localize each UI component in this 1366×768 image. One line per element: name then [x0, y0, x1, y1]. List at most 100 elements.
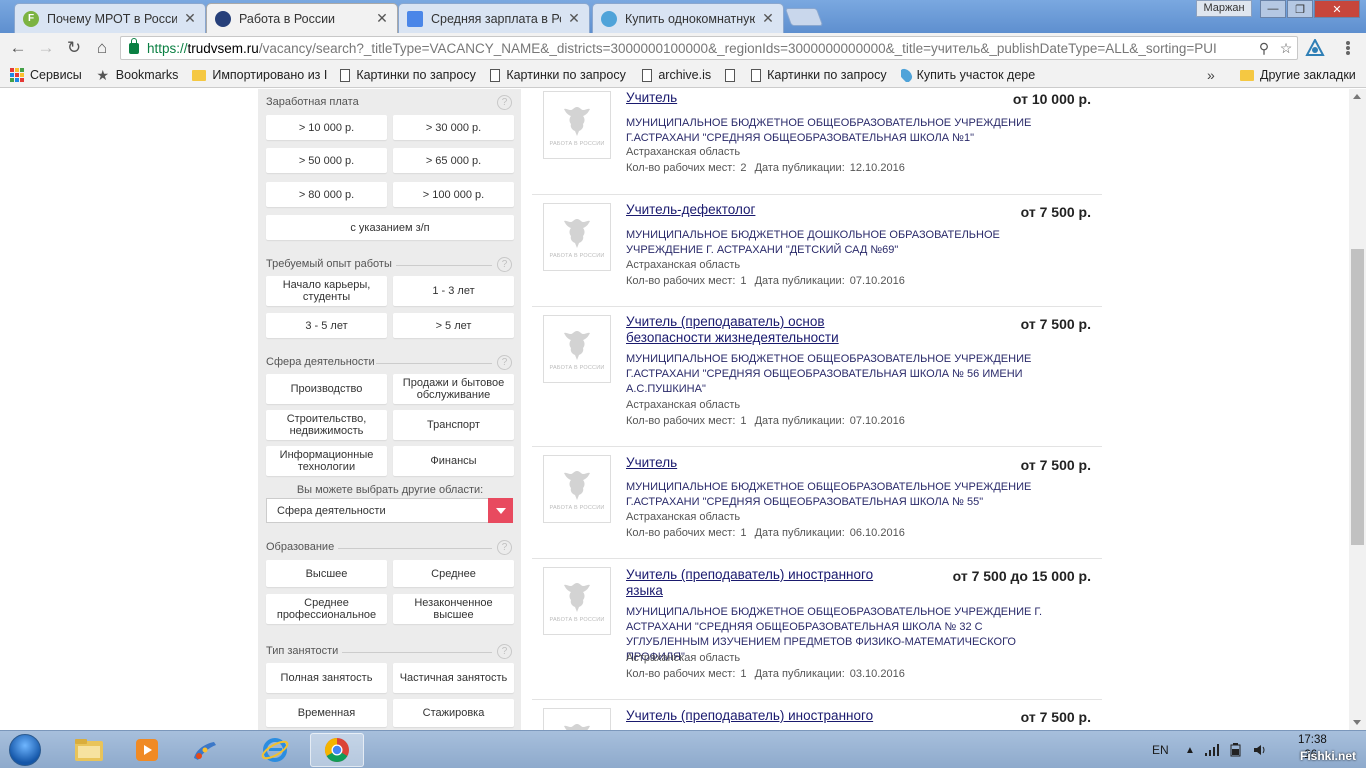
show-hidden-icons-icon[interactable]: ▲	[1185, 745, 1195, 756]
maximize-button[interactable]: ❐	[1287, 0, 1313, 18]
salary-option-10000[interactable]: > 10 000 р.	[266, 115, 387, 140]
field-option-production[interactable]: Производство	[266, 374, 387, 404]
vacancy-region: Астраханская область	[626, 146, 741, 158]
salary-option-80000[interactable]: > 80 000 р.	[266, 182, 387, 207]
vacancy-meta: Кол-во рабочих мест: 1 Дата публикации: 06…	[626, 527, 910, 539]
tab-close-icon[interactable]: ✕	[183, 10, 197, 27]
lock-icon	[129, 37, 139, 54]
education-option-incomplete-higher[interactable]: Незаконченное высшее	[393, 594, 514, 624]
taskbar-explorer[interactable]	[62, 733, 116, 767]
bookmark-archive[interactable]: archive.is	[642, 68, 711, 82]
experience-help-icon[interactable]: ?	[497, 257, 512, 272]
vacancy-title-link[interactable]: Учитель (преподаватель) иностранного	[626, 708, 896, 724]
employment-option-full[interactable]: Полная занятость	[266, 663, 387, 693]
bookmark-images-3[interactable]: Картинки по запросу	[751, 68, 887, 82]
education-option-vocational[interactable]: Среднее профессиональное	[266, 594, 387, 624]
employment-help-icon[interactable]: ?	[497, 644, 512, 659]
double-headed-eagle-icon	[564, 331, 590, 360]
tab-rabota[interactable]: Работа в России ✕	[206, 3, 398, 33]
forward-arrow-icon[interactable]: →	[32, 35, 60, 61]
field-option-sales[interactable]: Продажи и бытовое обслуживание	[393, 374, 514, 404]
date-value: 07.10.2016	[849, 415, 905, 427]
salary-filter-title: Заработная плата	[266, 96, 359, 108]
taskbar-paint[interactable]	[178, 733, 232, 767]
tab-close-icon[interactable]: ✕	[375, 10, 389, 27]
minimize-button[interactable]: —	[1260, 0, 1286, 18]
language-indicator[interactable]: EN	[1152, 731, 1169, 768]
tab-close-icon[interactable]: ✕	[761, 10, 775, 27]
bookmark-untitled[interactable]	[725, 68, 741, 82]
vacancy-title-link[interactable]: Учитель (преподаватель) иностранного язы…	[626, 567, 896, 599]
vacancy-title-link[interactable]: Учитель	[626, 455, 896, 471]
scroll-down-arrow-icon[interactable]	[1353, 720, 1361, 725]
network-signal-icon[interactable]	[1204, 744, 1221, 756]
experience-option-1-3[interactable]: 1 - 3 лет	[393, 276, 514, 306]
vacancy-title-link[interactable]: Учитель	[626, 90, 896, 106]
chrome-icon	[324, 738, 349, 763]
scroll-up-arrow-icon[interactable]	[1353, 94, 1361, 99]
star-icon: ★	[96, 68, 110, 82]
profile-button[interactable]: Маржан	[1196, 0, 1252, 17]
salary-option-65000[interactable]: > 65 000 р.	[393, 148, 514, 173]
reload-icon[interactable]: ↻	[60, 35, 88, 61]
extension-icon[interactable]	[1305, 39, 1325, 57]
education-help-icon[interactable]: ?	[497, 540, 512, 555]
employment-option-internship[interactable]: Стажировка	[393, 699, 514, 727]
education-option-higher[interactable]: Высшее	[266, 560, 387, 587]
employment-option-part[interactable]: Частичная занятость	[393, 663, 514, 693]
education-option-secondary[interactable]: Среднее	[393, 560, 514, 587]
experience-option-3-5[interactable]: 3 - 5 лет	[266, 313, 387, 338]
date-label: Дата публикации:	[754, 415, 845, 427]
salary-specified-button[interactable]: с указанием з/п	[266, 215, 514, 240]
field-option-it[interactable]: Информационные технологии	[266, 446, 387, 476]
places-label: Кол-во рабочих мест:	[626, 415, 736, 427]
taskbar-chrome[interactable]	[310, 733, 364, 767]
battery-icon[interactable]	[1229, 743, 1243, 757]
field-option-finance[interactable]: Финансы	[393, 446, 514, 476]
salary-option-100000[interactable]: > 100 000 р.	[393, 182, 514, 207]
employment-option-temporary[interactable]: Временная	[266, 699, 387, 727]
page-scrollbar[interactable]	[1349, 89, 1366, 730]
bookmark-imported-folder[interactable]: Импортировано из I	[192, 68, 332, 82]
field-help-icon[interactable]: ?	[497, 355, 512, 370]
scrollbar-thumb[interactable]	[1351, 249, 1364, 545]
tab-close-icon[interactable]: ✕	[567, 10, 581, 27]
salary-help-icon[interactable]: ?	[497, 95, 512, 110]
taskbar-internet-explorer[interactable]	[248, 733, 302, 767]
other-bookmarks-folder[interactable]: Другие закладки	[1240, 68, 1356, 82]
tab-mrot[interactable]: F Почему МРОТ в России ✕	[14, 3, 206, 33]
home-icon[interactable]: ⌂	[88, 35, 116, 61]
map-pin-favicon-icon	[601, 10, 617, 27]
menu-kebab-icon[interactable]	[1340, 40, 1356, 56]
taskbar-media-player[interactable]	[120, 733, 174, 767]
address-bar[interactable]: https:// trudvsem.ru /vacancy/search?_ti…	[120, 36, 1298, 60]
url-path: /vacancy/search?_titleType=VACANCY_NAME&…	[258, 40, 1217, 56]
field-select[interactable]: Сфера деятельности	[266, 498, 513, 523]
dropdown-arrow-icon[interactable]	[488, 498, 513, 523]
field-option-construction[interactable]: Строительство, недвижимость	[266, 410, 387, 440]
bookmark-star-icon[interactable]: ☆	[1275, 40, 1297, 57]
bookmark-apps[interactable]: Сервисы	[10, 68, 82, 82]
salary-option-30000[interactable]: > 30 000 р.	[393, 115, 514, 140]
field-option-transport[interactable]: Транспорт	[393, 410, 514, 440]
tab-buy-apartment[interactable]: Купить однокомнатную ✕	[592, 3, 784, 33]
close-window-button[interactable]: ✕	[1314, 0, 1360, 18]
bookmark-images-2[interactable]: Картинки по запросу	[490, 68, 630, 82]
bookmarks-overflow-button[interactable]: »	[1207, 67, 1215, 83]
bookmark-label: Картинки по запросу	[356, 68, 476, 82]
vacancy-title-link[interactable]: Учитель-дефектолог	[626, 202, 896, 218]
search-icon[interactable]: ⚲	[1253, 40, 1275, 57]
tab-average-salary[interactable]: Средняя зарплата в Рос ✕	[398, 3, 590, 33]
volume-icon[interactable]	[1253, 743, 1267, 757]
experience-option-students[interactable]: Начало карьеры, студенты	[266, 276, 387, 306]
vacancy-title-link[interactable]: Учитель (преподаватель) основ безопаснос…	[626, 314, 896, 346]
bookmark-label: Картинки по запросу	[767, 68, 887, 82]
back-arrow-icon[interactable]: ←	[4, 35, 32, 61]
bookmark-bookmarks[interactable]: ★ Bookmarks	[96, 68, 179, 82]
salary-option-50000[interactable]: > 50 000 р.	[266, 148, 387, 173]
bookmark-images-1[interactable]: Картинки по запросу	[340, 68, 482, 82]
new-tab-button[interactable]	[784, 8, 824, 26]
start-button[interactable]	[2, 731, 48, 768]
bookmark-buy-plot[interactable]: Купить участок дере	[900, 68, 1039, 82]
experience-option-5plus[interactable]: > 5 лет	[393, 313, 514, 338]
